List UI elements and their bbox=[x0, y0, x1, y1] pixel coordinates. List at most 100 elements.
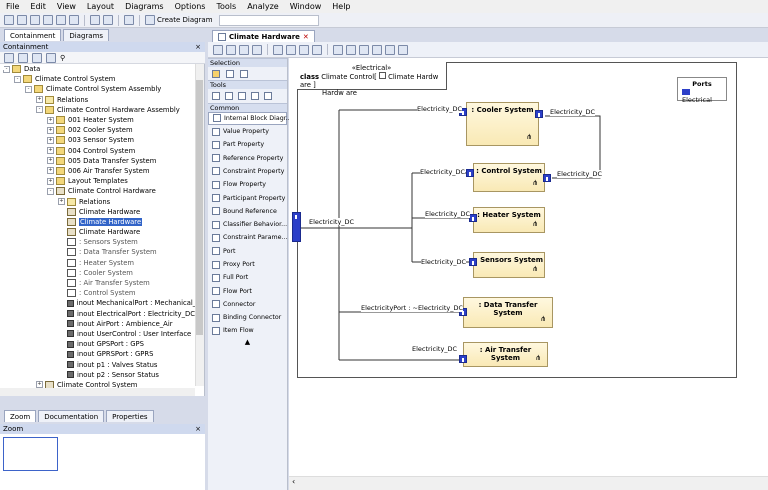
redo-icon[interactable] bbox=[103, 15, 113, 25]
menu-file[interactable]: File bbox=[6, 2, 19, 11]
run-icon[interactable] bbox=[398, 44, 408, 55]
color-icon[interactable] bbox=[333, 44, 343, 55]
marquee-icon[interactable] bbox=[226, 69, 234, 78]
copy-icon[interactable] bbox=[56, 15, 66, 25]
menu-options[interactable]: Options bbox=[175, 2, 206, 11]
tab-climate-hardware[interactable]: Climate Hardware ✕ bbox=[212, 30, 315, 42]
palette-item-item-flow[interactable]: Item Flow bbox=[208, 324, 287, 337]
tree-scroll-thumb[interactable] bbox=[196, 80, 203, 335]
distribute-icon[interactable] bbox=[286, 44, 296, 55]
create-diagram-button[interactable]: Create Diagram bbox=[145, 15, 213, 25]
close-tab-icon[interactable]: ✕ bbox=[303, 33, 309, 41]
palette-item-connector[interactable]: Connector bbox=[208, 298, 287, 311]
tree-item[interactable]: inout GPRSPort : GPRS bbox=[0, 349, 204, 359]
tree-item[interactable]: - Climate Control System bbox=[0, 74, 204, 84]
undo-icon[interactable] bbox=[90, 15, 100, 25]
collapse-icon[interactable]: - bbox=[47, 187, 54, 195]
ports-legend[interactable]: Ports Electrical bbox=[677, 77, 727, 104]
part-sensors-system[interactable]: : Sensors System ⋔ bbox=[473, 252, 545, 278]
palette-item-binding-connector[interactable]: Binding Connector bbox=[208, 311, 287, 324]
tree-item[interactable]: +003 Sensor System bbox=[0, 135, 204, 145]
save-all-icon[interactable] bbox=[43, 15, 53, 25]
control-port-in[interactable] bbox=[466, 169, 474, 177]
part-data-transfer-system[interactable]: : Data Transfer System ⋔ bbox=[463, 297, 553, 328]
image-icon[interactable] bbox=[264, 91, 272, 100]
tree-item[interactable]: Climate Hardware bbox=[0, 207, 204, 217]
tree-item[interactable]: inout p2 : Sensor Status bbox=[0, 370, 204, 380]
palette-item-flow-port[interactable]: Flow Port bbox=[208, 284, 287, 297]
palette-item-classifier-behavior[interactable]: Classifier Behavior... bbox=[208, 218, 287, 231]
tab-properties[interactable]: Properties bbox=[106, 410, 154, 422]
line-color-icon[interactable] bbox=[346, 44, 356, 55]
new-icon[interactable] bbox=[4, 15, 14, 25]
tree-item[interactable]: Climate Hardware bbox=[0, 217, 204, 227]
menu-view[interactable]: View bbox=[57, 2, 76, 11]
text-box-icon[interactable] bbox=[212, 91, 220, 100]
gear-icon[interactable] bbox=[359, 44, 369, 55]
palette-section-selection[interactable]: Selection bbox=[208, 58, 287, 67]
tree-item[interactable]: : Sensors System bbox=[0, 237, 204, 247]
tree-item[interactable]: : Cooler System bbox=[0, 268, 204, 278]
tree-item[interactable]: - Data bbox=[0, 64, 204, 74]
palette-item-constraint-parame[interactable]: Constraint Parame... bbox=[208, 231, 287, 244]
expand-icon[interactable]: + bbox=[58, 198, 65, 206]
tab-zoom[interactable]: Zoom bbox=[4, 410, 37, 422]
zoom-icon[interactable] bbox=[372, 44, 382, 55]
tree-item[interactable]: : Data Transfer System bbox=[0, 247, 204, 257]
favorite-icon[interactable] bbox=[46, 52, 56, 63]
tree-item[interactable]: +001 Heater System bbox=[0, 115, 204, 125]
scroll-left-icon[interactable]: ‹ bbox=[289, 477, 295, 486]
anchor-icon[interactable] bbox=[238, 91, 246, 100]
part-cooler-system[interactable]: : Cooler System ⋔ bbox=[466, 102, 539, 146]
tree-item[interactable]: + Layout Templates bbox=[0, 176, 204, 186]
palette-item-flow-property[interactable]: Flow Property bbox=[208, 178, 287, 191]
add-element-icon[interactable] bbox=[32, 52, 42, 63]
search-icon[interactable] bbox=[385, 44, 395, 55]
air-transfer-port-in[interactable] bbox=[459, 355, 467, 363]
menu-layout[interactable]: Layout bbox=[87, 2, 114, 11]
tree-item[interactable]: : Heater System bbox=[0, 258, 204, 268]
layout-icon[interactable] bbox=[124, 15, 134, 25]
display-icon[interactable] bbox=[239, 44, 249, 55]
tab-diagrams[interactable]: Diagrams bbox=[63, 29, 110, 41]
expand-icon[interactable]: + bbox=[47, 167, 54, 175]
tree-item[interactable]: - Climate Control Hardware bbox=[0, 186, 204, 196]
palette-item-value-property[interactable]: Value Property bbox=[208, 125, 287, 138]
collapse-icon[interactable]: - bbox=[25, 85, 32, 93]
canvas-horizontal-scrollbar[interactable]: ‹ bbox=[289, 476, 768, 490]
tree-item[interactable]: inout GPSPort : GPS bbox=[0, 339, 204, 349]
font-icon[interactable] bbox=[312, 44, 322, 55]
search-icon[interactable]: ⚲ bbox=[60, 54, 65, 62]
expand-icon[interactable]: + bbox=[47, 126, 54, 134]
menu-help[interactable]: Help bbox=[332, 2, 350, 11]
back-icon[interactable] bbox=[213, 44, 223, 55]
tree-item[interactable]: +002 Cooler System bbox=[0, 125, 204, 135]
expand-icon[interactable]: + bbox=[36, 96, 43, 104]
palette-item-participant-property[interactable]: Participant Property bbox=[208, 191, 287, 204]
menu-tools[interactable]: Tools bbox=[216, 2, 236, 11]
align-icon[interactable] bbox=[273, 44, 283, 55]
zoom-close-icon[interactable]: × bbox=[195, 425, 201, 433]
style-icon[interactable] bbox=[299, 44, 309, 55]
expand-icon[interactable]: + bbox=[47, 147, 54, 155]
menu-diagrams[interactable]: Diagrams bbox=[125, 2, 164, 11]
menu-analyze[interactable]: Analyze bbox=[247, 2, 279, 11]
pointer-icon[interactable] bbox=[212, 69, 220, 78]
save-icon[interactable] bbox=[30, 15, 40, 25]
palette-item-port[interactable]: Port bbox=[208, 245, 287, 258]
palette-section-tools[interactable]: Tools bbox=[208, 80, 287, 90]
cooler-port-out[interactable] bbox=[535, 110, 543, 118]
tree-item[interactable]: inout ElectricalPort : Electricity_DC bbox=[0, 309, 204, 319]
electrical-port-main[interactable] bbox=[292, 212, 301, 242]
palette-scroll-up-icon[interactable]: ▲ bbox=[208, 338, 287, 346]
zoom-viewport-thumbnail[interactable] bbox=[3, 437, 58, 471]
lasso-icon[interactable] bbox=[240, 69, 248, 78]
tree-item[interactable]: inout p1 : Valves Status bbox=[0, 359, 204, 369]
palette-item-constraint-property[interactable]: Constraint Property bbox=[208, 165, 287, 178]
menu-edit[interactable]: Edit bbox=[30, 2, 46, 11]
expand-icon[interactable]: + bbox=[47, 177, 54, 185]
heater-port-in[interactable] bbox=[469, 214, 477, 222]
control-port-out[interactable] bbox=[543, 174, 551, 182]
tree-horizontal-scrollbar[interactable] bbox=[0, 388, 195, 396]
expand-icon[interactable]: + bbox=[47, 157, 54, 165]
